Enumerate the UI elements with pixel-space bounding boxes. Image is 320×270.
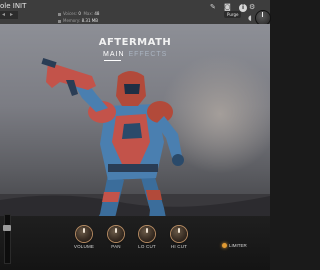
preset-stepper[interactable]: ◂ ▸ (0, 11, 18, 19)
voice-readout: Voices: 0 Max: 48 (58, 11, 99, 16)
knob-indicator (83, 228, 85, 233)
memory-icon (58, 19, 61, 23)
volume-knob[interactable] (76, 226, 92, 242)
tool-icon[interactable]: ✎ (210, 3, 216, 11)
prev-icon[interactable]: ◂ (2, 11, 5, 18)
settings-icon[interactable]: ⚙ (249, 3, 255, 11)
speaker-icon[interactable]: ◖ (248, 14, 252, 22)
instrument-name[interactable]: ole INIT (0, 2, 26, 10)
hi-cut-label: HI CUT (170, 244, 188, 249)
purge-button[interactable]: Purge (224, 11, 242, 18)
limiter-toggle[interactable] (222, 243, 227, 248)
brand-title: AFTERMATH (98, 37, 172, 48)
tab-effects[interactable]: EFFECTS (128, 51, 167, 58)
memory-value: 8.31 MB (81, 18, 98, 23)
info-icon[interactable]: i (239, 4, 247, 12)
tab-main[interactable]: MAIN (103, 51, 125, 58)
artwork-panel: AFTERMATH MAIN EFFECTS (0, 24, 270, 230)
lo-cut-label: LO CUT (138, 244, 156, 249)
pan-knob[interactable] (108, 226, 124, 242)
knob-indicator (115, 228, 117, 233)
camera-icon[interactable]: ◙ (224, 3, 231, 11)
voice-count: 0 (78, 11, 81, 16)
knob-indicator (178, 228, 180, 233)
volume-label: VOLUME (73, 244, 95, 249)
active-tab-indicator (104, 60, 121, 61)
hi-cut-knob[interactable] (171, 226, 187, 242)
knob-indicator (146, 228, 148, 233)
next-icon[interactable]: ▸ (10, 11, 13, 18)
instrument-header: ole INIT ◂ ▸ Voices: 0 Max: 48 Memory: 8… (0, 0, 271, 26)
memory-readout: Memory: 8.31 MB (58, 18, 98, 23)
master-slider-thumb[interactable] (3, 225, 11, 231)
max-voices[interactable]: 48 (94, 11, 99, 16)
pan-label: PAN (111, 244, 121, 249)
lo-cut-knob[interactable] (139, 226, 155, 242)
midi-icon (58, 12, 61, 16)
master-slider[interactable] (4, 214, 11, 264)
tab-bar: MAIN EFFECTS (103, 51, 167, 58)
limiter-label: LIMITER (229, 243, 247, 248)
